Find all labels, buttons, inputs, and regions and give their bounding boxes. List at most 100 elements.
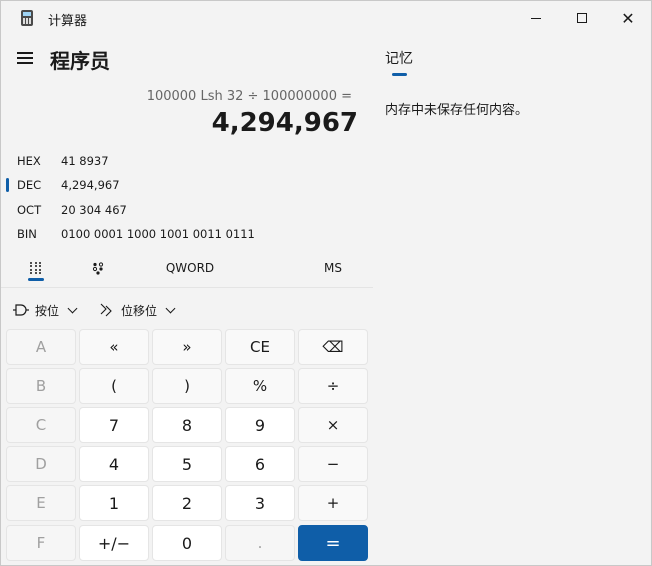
- key-label: =: [325, 532, 341, 554]
- key-label: A: [35, 338, 47, 356]
- chevron-down-icon: [67, 303, 78, 313]
- hex-d-button: D: [6, 446, 76, 482]
- key-label: %: [252, 377, 268, 395]
- key-label: 1: [108, 493, 120, 513]
- subtract-button[interactable]: −: [298, 446, 368, 482]
- key-label: C: [35, 416, 47, 434]
- divide-button[interactable]: ÷: [298, 368, 368, 404]
- key-label: 6: [254, 454, 266, 474]
- key-label: 3: [254, 493, 266, 513]
- add-button[interactable]: +: [298, 485, 368, 521]
- key-label: 0: [181, 533, 193, 553]
- radix-label: HEX: [17, 154, 41, 168]
- hex-f-button: F: [6, 525, 76, 561]
- bit-shift-icon: [100, 303, 112, 317]
- radix-value: 41 8937: [61, 154, 109, 168]
- app-title: 计算器: [48, 14, 88, 29]
- radix-row-dec[interactable]: DEC 4,294,967: [1, 174, 371, 196]
- selected-radix-indicator: [6, 178, 9, 192]
- digit-8-button[interactable]: 8: [152, 407, 222, 443]
- bitwise-label: 按位: [35, 303, 60, 318]
- radix-row-oct[interactable]: OCT 20 304 467: [1, 199, 371, 221]
- open-paren-button[interactable]: (: [79, 368, 149, 404]
- close-icon: ✕: [621, 8, 635, 28]
- key-label: (: [111, 377, 117, 395]
- key-label: «: [109, 338, 119, 356]
- hex-e-button: E: [6, 485, 76, 521]
- radix-label: BIN: [17, 227, 37, 241]
- bit-toggle-icon: [92, 261, 104, 275]
- active-tab-indicator: [28, 278, 44, 281]
- hamburger-menu-icon[interactable]: [17, 51, 33, 65]
- digit-1-button[interactable]: 1: [79, 485, 149, 521]
- key-label: +/−: [97, 533, 131, 553]
- word-size-button[interactable]: QWORD: [161, 255, 219, 281]
- digit-7-button[interactable]: 7: [79, 407, 149, 443]
- key-label: F: [36, 534, 46, 552]
- digit-3-button[interactable]: 3: [225, 485, 295, 521]
- radix-row-bin[interactable]: BIN 0100 0001 1000 1001 0011 0111: [1, 223, 371, 245]
- key-label: ÷: [326, 377, 340, 395]
- maximize-button[interactable]: [559, 1, 605, 35]
- result-display: 4,294,967: [211, 108, 358, 138]
- radix-label: DEC: [17, 178, 42, 192]
- key-label: 5: [181, 454, 193, 474]
- clear-entry-button[interactable]: CE: [225, 329, 295, 365]
- calculator-window: 计算器 ✕ 程序员 100000 Lsh 32 ÷ 100000000 = 4,…: [0, 0, 652, 566]
- bitwise-dropdown[interactable]: 按位: [13, 300, 78, 320]
- key-label: 4: [108, 454, 120, 474]
- key-label: E: [36, 494, 46, 512]
- key-label: .: [257, 534, 263, 552]
- maximize-icon: [577, 13, 587, 23]
- bitshift-dropdown[interactable]: 位移位: [99, 300, 176, 320]
- keypad-grid-icon: [30, 261, 42, 275]
- radix-value: 4,294,967: [61, 178, 120, 192]
- digit-6-button[interactable]: 6: [225, 446, 295, 482]
- title-bar: 计算器 ✕: [1, 1, 651, 35]
- mode-title: 程序员: [50, 49, 110, 73]
- modulo-button[interactable]: %: [225, 368, 295, 404]
- minimize-button[interactable]: [513, 1, 559, 35]
- radix-value: 20 304 467: [61, 203, 127, 217]
- radix-label: OCT: [17, 203, 42, 217]
- hex-b-button: B: [6, 368, 76, 404]
- digit-2-button[interactable]: 2: [152, 485, 222, 521]
- digit-5-button[interactable]: 5: [152, 446, 222, 482]
- multiply-button[interactable]: ×: [298, 407, 368, 443]
- digit-4-button[interactable]: 4: [79, 446, 149, 482]
- key-label: 2: [181, 493, 193, 513]
- radix-value: 0100 0001 1000 1001 0011 0111: [61, 227, 255, 241]
- key-label: ⌫: [322, 338, 344, 356]
- key-label: −: [326, 455, 340, 473]
- key-label: 9: [254, 415, 266, 435]
- hex-a-button: A: [6, 329, 76, 365]
- hex-c-button: C: [6, 407, 76, 443]
- key-label: ): [184, 377, 190, 395]
- key-label: 7: [108, 415, 120, 435]
- negate-button[interactable]: +/−: [79, 525, 149, 561]
- memory-tab-indicator: [392, 73, 407, 76]
- key-label: 8: [181, 415, 193, 435]
- key-label: ×: [326, 416, 340, 434]
- digit-0-button[interactable]: 0: [152, 525, 222, 561]
- close-button[interactable]: ✕: [605, 1, 651, 35]
- key-label: B: [35, 377, 47, 395]
- equals-button[interactable]: =: [298, 525, 368, 561]
- calculator-app-icon: [21, 10, 33, 26]
- key-label: D: [35, 455, 47, 473]
- radix-row-hex[interactable]: HEX 41 8937: [1, 150, 371, 172]
- rotate-left-button[interactable]: «: [79, 329, 149, 365]
- rotate-right-button[interactable]: »: [152, 329, 222, 365]
- decimal-button: .: [225, 525, 295, 561]
- tab-memory[interactable]: 记忆: [385, 48, 413, 68]
- logic-gate-icon: [13, 304, 29, 316]
- backspace-button[interactable]: ⌫: [298, 329, 368, 365]
- close-paren-button[interactable]: ): [152, 368, 222, 404]
- digit-9-button[interactable]: 9: [225, 407, 295, 443]
- tab-bit-toggle-keypad[interactable]: [85, 255, 111, 281]
- bitshift-label: 位移位: [121, 303, 158, 318]
- chevron-down-icon: [165, 303, 176, 313]
- memory-store-button[interactable]: MS: [319, 255, 347, 281]
- key-label: »: [182, 338, 192, 356]
- divider: [1, 287, 373, 288]
